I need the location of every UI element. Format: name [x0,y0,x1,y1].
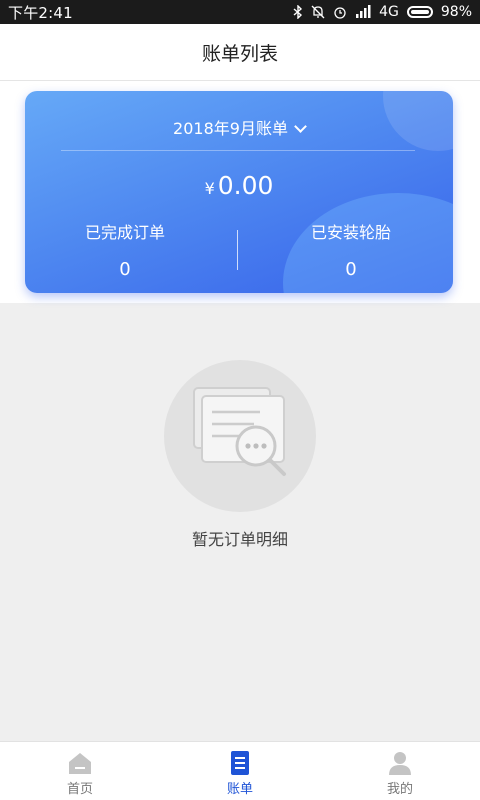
nav-bar: 账单列表 [0,24,480,81]
battery-percent: 98% [440,4,472,20]
stat-value: 0 [119,259,131,280]
stat-value: 0 [345,259,357,280]
amount-value: 0.00 [217,171,274,200]
network-type: 4G [379,4,399,20]
month-selector[interactable]: 2018年9月账单 [25,115,453,139]
status-icons: 4G 98% [293,4,472,20]
battery-icon [406,6,433,18]
empty-message: 暂无订单明细 [191,530,288,549]
tab-profile[interactable]: 我的 [320,742,480,800]
card-divider [61,150,415,151]
status-time: 下午2:41 [8,3,73,22]
empty-illustration [164,360,316,512]
stat-label: 已安装轮胎 [310,223,391,242]
chevron-down-icon [294,120,307,133]
month-selector-label: 2018年9月账单 [173,119,288,138]
document-search-icon [193,387,286,476]
total-amount: ¥0.00 [25,171,453,200]
tab-bar: 首页 账单 我的 [0,741,480,800]
currency-symbol: ¥ [204,179,215,198]
tab-label: 首页 [66,782,93,797]
stat-installed-tires: 已安装轮胎 0 [251,219,451,280]
bill-icon [231,751,249,775]
bluetooth-icon [293,5,303,19]
mute-bell-icon [311,5,325,19]
tab-home[interactable]: 首页 [0,742,160,800]
signal-icon [356,5,371,18]
summary-card: 2018年9月账单 ¥0.00 已完成订单 0 已安装轮胎 0 [25,91,453,293]
alarm-icon [334,7,346,19]
stat-label: 已完成订单 [84,223,165,242]
page-title: 账单列表 [201,42,278,65]
tab-label: 账单 [226,782,253,797]
tab-bill[interactable]: 账单 [160,742,320,800]
tab-label: 我的 [386,782,413,797]
stat-separator [237,230,238,270]
home-icon [69,753,91,774]
empty-state: 暂无订单明细 [0,360,480,550]
stat-completed-orders: 已完成订单 0 [25,219,225,280]
user-icon [389,752,411,775]
summary-section: 2018年9月账单 ¥0.00 已完成订单 0 已安装轮胎 0 [0,81,480,303]
status-bar: 下午2:41 4G 98% [0,0,480,24]
